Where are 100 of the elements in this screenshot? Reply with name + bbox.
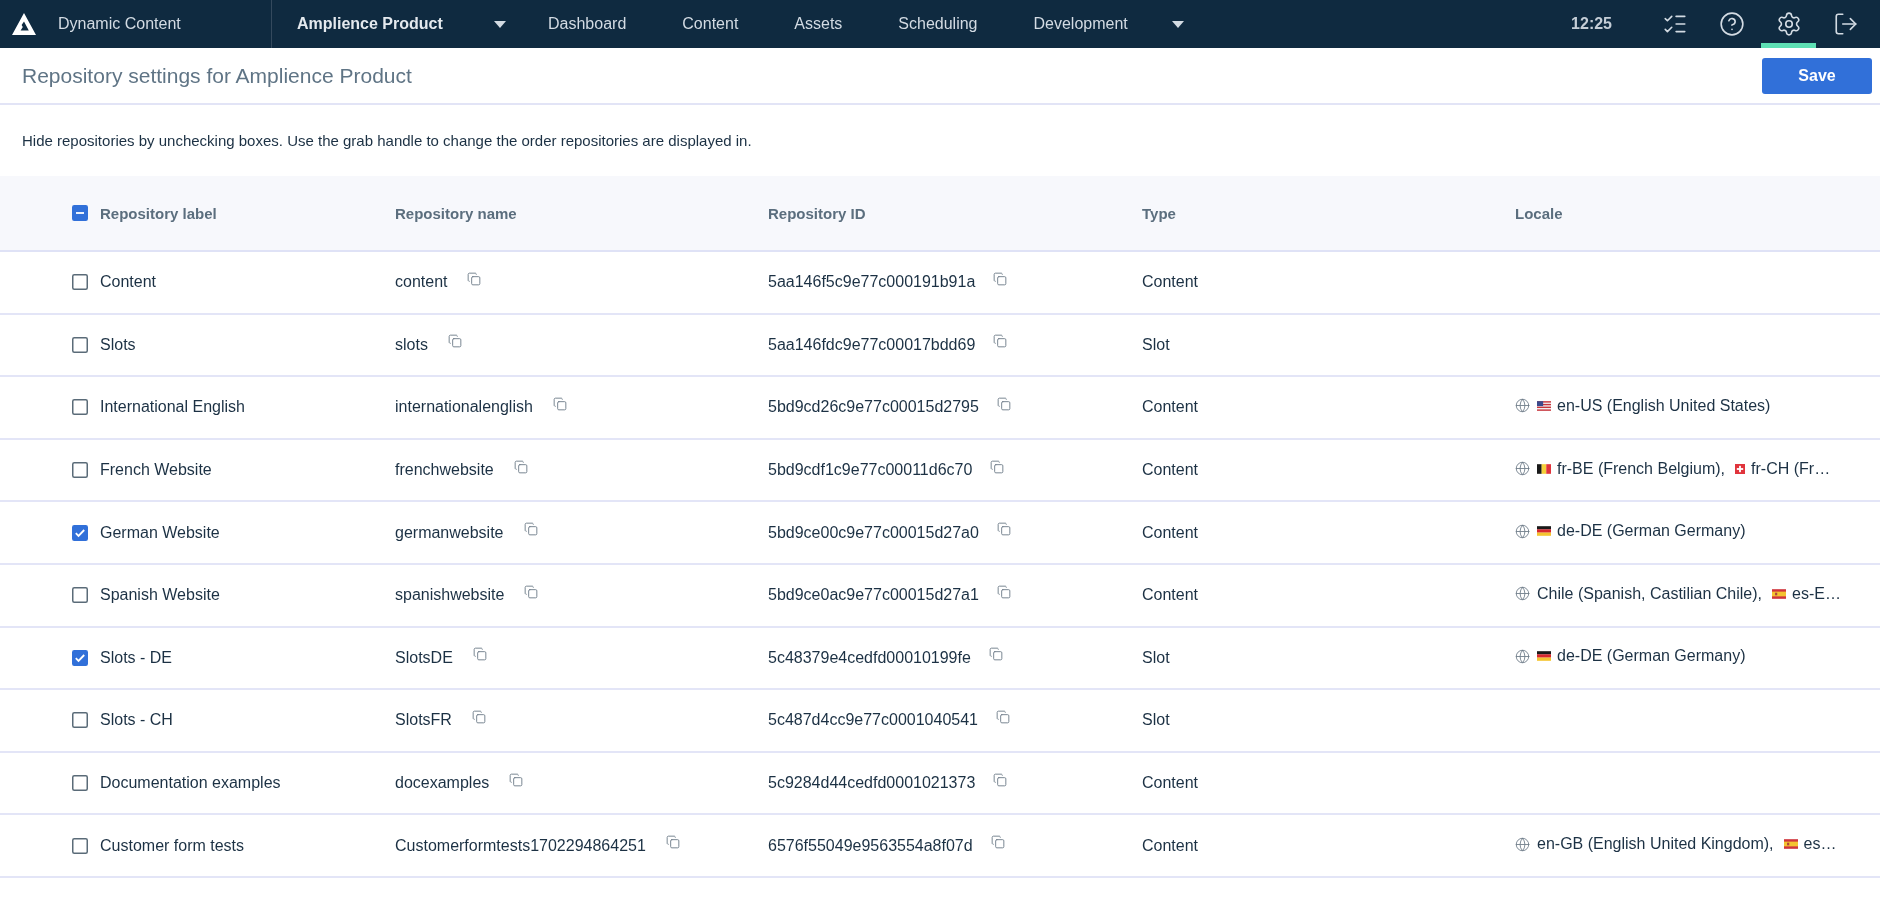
settings-icon[interactable] (1775, 11, 1802, 37)
repository-type: Content (1142, 273, 1199, 292)
repository-label: Slots (100, 335, 136, 354)
repository-type: Content (1142, 774, 1199, 793)
copy-icon[interactable] (524, 584, 539, 599)
repository-id: 5bd9cdf1c9e77c00011d6c70 (768, 461, 973, 480)
repository-label: Customer form tests (100, 836, 245, 855)
copy-icon[interactable] (996, 522, 1011, 537)
repository-label: Content (100, 273, 157, 292)
nav-link[interactable]: Content (654, 0, 767, 48)
repository-label: German Website (100, 523, 220, 542)
repository-name: slots (395, 335, 428, 354)
copy-icon[interactable] (993, 271, 1008, 286)
checkbox[interactable] (72, 712, 88, 729)
repository-id: 5c48379e4cedfd00010199fe (768, 648, 971, 667)
repository-name: frenchwebsite (395, 461, 494, 480)
checkbox[interactable] (72, 649, 88, 666)
copy-icon[interactable] (996, 584, 1011, 599)
nav-link[interactable]: Assets (766, 0, 871, 48)
locale-text: es-E… (1792, 584, 1841, 603)
repository-type: Content (1142, 398, 1199, 417)
repository-type: Slot (1142, 648, 1170, 667)
locale-text: de-DE (German Germany) (1557, 647, 1746, 666)
copy-icon[interactable] (523, 522, 538, 537)
copy-icon[interactable] (990, 835, 1005, 850)
checkbox[interactable] (72, 399, 88, 416)
globe-icon (1515, 523, 1530, 539)
repository-type: Slot (1142, 335, 1170, 354)
checkbox[interactable] (72, 205, 88, 221)
copy-icon[interactable] (993, 334, 1008, 349)
locale-text: en-GB (English United Kingdom), (1537, 835, 1774, 854)
instruction-text: Hide repositories by unchecking boxes. Use the grab handle to change the order repositories are displayed in. (22, 132, 752, 149)
checkbox[interactable] (72, 336, 88, 353)
globe-icon (1515, 586, 1530, 602)
repository-name: SlotsFR (395, 711, 452, 730)
nav-link[interactable]: Development (1005, 0, 1212, 48)
repository-type: Slot (1142, 711, 1170, 730)
copy-icon[interactable] (472, 647, 487, 662)
column-header: Repository label (100, 204, 217, 222)
nav-link[interactable]: Dashboard (520, 0, 655, 48)
repository-name: spanishwebsite (395, 586, 505, 605)
repository-id: 5bd9ce0ac9e77c00015d27a1 (768, 586, 979, 605)
locale-text: es… (1803, 835, 1837, 854)
column-header: Repository ID (768, 204, 866, 222)
checkbox[interactable] (72, 837, 88, 854)
repository-id: 5c487d4cc9e77c0001040541 (768, 711, 978, 730)
clock-time: 12:25 (1571, 15, 1612, 33)
checkbox[interactable] (72, 524, 88, 541)
copy-icon[interactable] (995, 709, 1010, 724)
repository-label: French Website (100, 461, 212, 480)
repository-name: docexamples (395, 774, 490, 793)
help-icon[interactable] (1718, 11, 1745, 37)
page-title: Repository settings for Amplience Product (22, 63, 412, 88)
locale-text: de-DE (German Germany) (1557, 522, 1746, 541)
repository-id: 6576f55049e9563554a8f07d (768, 836, 973, 855)
copy-icon[interactable] (988, 647, 1003, 662)
copy-icon[interactable] (993, 772, 1008, 787)
repository-label: Documentation examples (100, 774, 281, 793)
repository-name: Customerformtests1702294864251 (395, 836, 646, 855)
repository-name: germanwebsite (395, 523, 504, 542)
repository-type: Content (1142, 836, 1199, 855)
column-header: Locale (1515, 204, 1563, 222)
copy-icon[interactable] (467, 271, 482, 286)
repository-label: Slots - DE (100, 648, 172, 667)
logout-icon[interactable] (1832, 11, 1859, 37)
copy-icon[interactable] (996, 397, 1011, 411)
copy-icon[interactable] (552, 397, 567, 411)
repository-label: International English (100, 398, 245, 417)
column-header: Type (1142, 204, 1176, 222)
repository-id: 5c9284d44cedfd0001021373 (768, 774, 976, 793)
caret-icon (1171, 20, 1184, 28)
repository-id: 5aa146f5c9e77c000191b91a (768, 273, 976, 292)
globe-icon (1515, 648, 1530, 664)
locale-text: fr-CH (Fr… (1751, 459, 1831, 478)
repository-label: Slots - CH (100, 711, 173, 730)
save-button[interactable]: Save (1762, 57, 1872, 94)
app-name: Dynamic Content (58, 15, 181, 33)
repository-name: content (395, 273, 448, 292)
locale-text: Chile (Spanish, Castilian Chile), (1537, 584, 1762, 603)
checkbox[interactable] (72, 274, 88, 291)
copy-icon[interactable] (665, 835, 680, 850)
repository-id: 5bd9cd26c9e77c00015d2795 (768, 398, 979, 417)
globe-icon (1515, 461, 1530, 477)
copy-icon[interactable] (990, 459, 1005, 474)
repository-name: internationalenglish (395, 398, 533, 417)
checkbox[interactable] (72, 775, 88, 792)
nav-link[interactable]: Scheduling (870, 0, 1006, 48)
hub-selector[interactable]: Amplience Product (272, 0, 520, 48)
globe-icon (1515, 398, 1530, 414)
caret-icon (494, 20, 506, 28)
copy-icon[interactable] (471, 709, 486, 724)
copy-icon[interactable] (509, 772, 524, 787)
copy-icon[interactable] (447, 334, 462, 349)
repository-label: Spanish Website (100, 586, 220, 605)
triangle-logo-icon (12, 13, 36, 35)
checkbox[interactable] (72, 587, 88, 604)
checkbox[interactable] (72, 462, 88, 479)
locale-text: en-US (English United States) (1557, 397, 1771, 415)
copy-icon[interactable] (513, 459, 528, 474)
globe-icon (1515, 836, 1530, 852)
